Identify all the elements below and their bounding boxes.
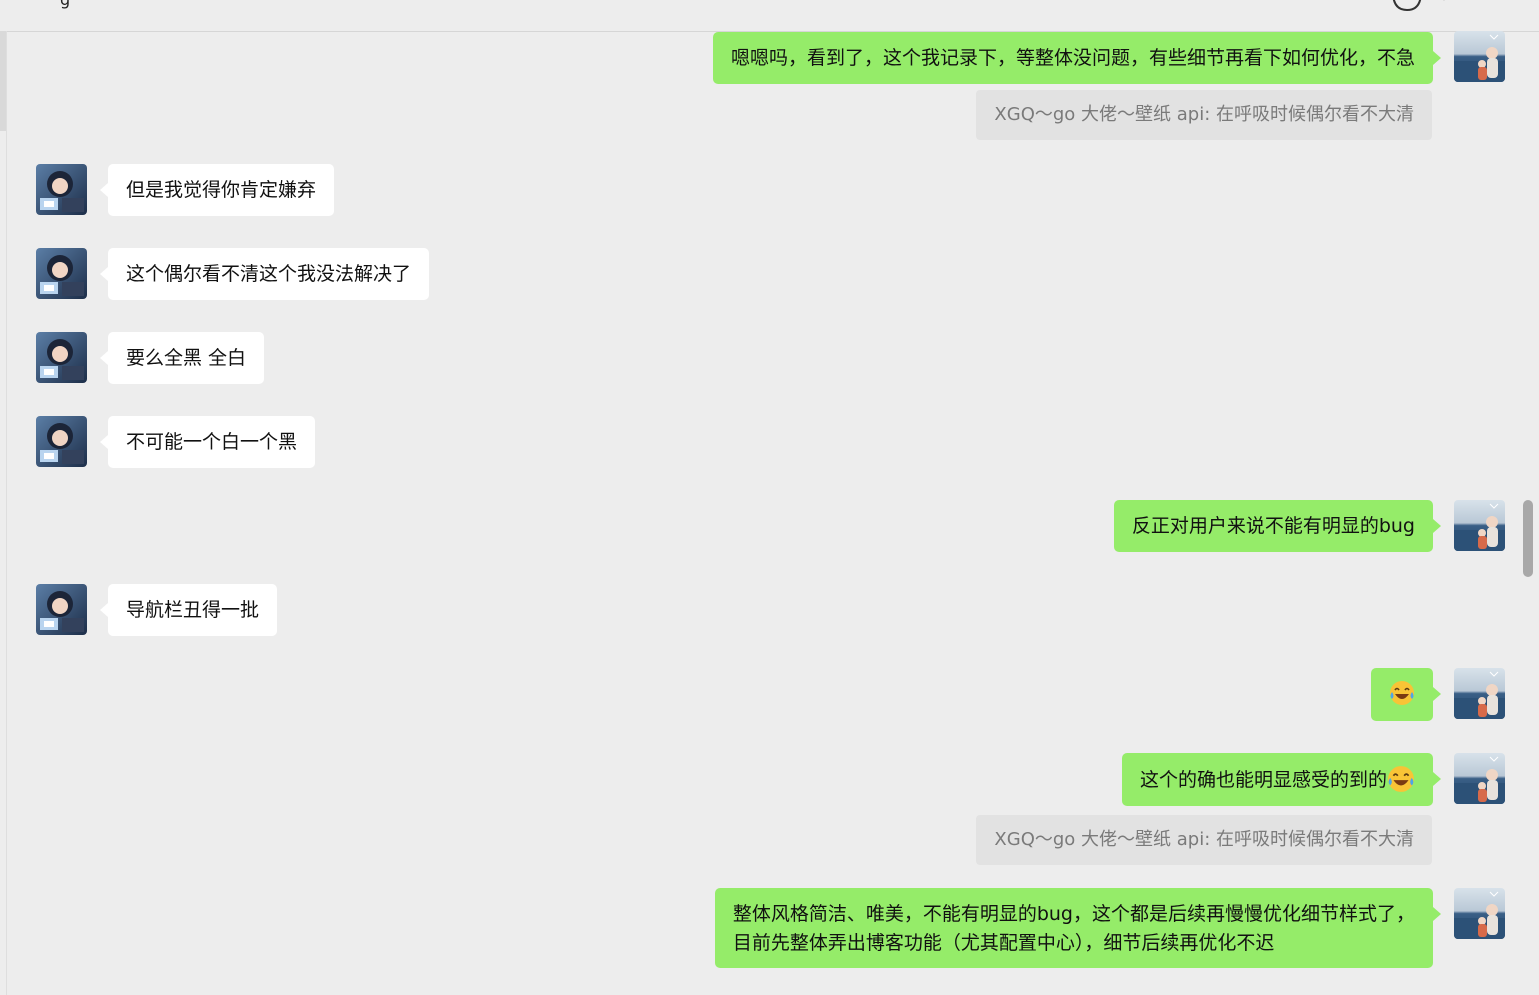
contact-avatar[interactable] [36, 248, 87, 299]
my-avatar[interactable] [1454, 753, 1505, 804]
message-bubble-outgoing[interactable]: 嗯嗯吗，看到了，这个我记录下，等整体没问题，有些细节再看下如何优化，不急 [712, 32, 1442, 84]
contact-avatar[interactable] [36, 332, 87, 383]
more-icon[interactable] [1474, 0, 1506, 10]
message-bubble-incoming[interactable]: 不可能一个白一个黑 [99, 416, 316, 468]
laughing-crying-emoji [1390, 681, 1414, 705]
contact-avatar[interactable] [36, 584, 87, 635]
message-bubble-incoming[interactable]: 导航栏丑得一批 [99, 584, 278, 636]
message-line: 整体风格简洁、唯美，不能有明显的bug，这个都是后续再慢慢优化细节样式了， [732, 903, 1415, 925]
contact-avatar[interactable] [36, 416, 87, 467]
my-avatar[interactable] [1454, 668, 1505, 719]
message-line: 目前先整体弄出博客功能（尤其配置中心），细节后续再优化不迟 [732, 932, 1275, 954]
message-bubble-incoming[interactable]: 但是我觉得你肯定嫌弃 [99, 164, 335, 216]
laughing-crying-emoji [1388, 766, 1414, 792]
my-avatar[interactable] [1454, 500, 1505, 551]
my-avatar[interactable] [1454, 31, 1505, 82]
chat-title: g [60, 0, 70, 9]
message-bubble-outgoing[interactable] [1371, 668, 1441, 721]
message-text: 这个的确也能明显感受的到的 [1139, 769, 1387, 791]
quoted-message[interactable]: XGQ～go 大佬～壁纸 api: 在呼吸时候偶尔看不大清 [976, 815, 1432, 865]
chat-header: g [0, 0, 1539, 32]
contact-avatar[interactable] [36, 164, 87, 215]
quoted-message[interactable]: XGQ～go 大佬～壁纸 api: 在呼吸时候偶尔看不大清 [976, 90, 1432, 140]
my-avatar[interactable] [1454, 888, 1505, 939]
divider [6, 31, 7, 995]
message-bubble-incoming[interactable]: 这个偶尔看不清这个我没法解决了 [99, 248, 430, 300]
message-bubble-outgoing[interactable]: 整体风格简洁、唯美，不能有明显的bug，这个都是后续再慢慢优化细节样式了， 目前… [714, 888, 1442, 968]
scrollbar-thumb[interactable] [1523, 500, 1533, 577]
message-bubble-outgoing[interactable]: 这个的确也能明显感受的到的 [1121, 753, 1442, 806]
chevron-down-icon[interactable] [1437, 0, 1451, 10]
message-bubble-incoming[interactable]: 要么全黑 全白 [99, 332, 265, 384]
message-bubble-outgoing[interactable]: 反正对用户来说不能有明显的bug [1113, 500, 1442, 552]
chat-bubble-icon[interactable] [1390, 0, 1424, 18]
chat-window: g 嗯嗯吗，看到了，这个我记录下，等整体没问题，有些细节 [0, 0, 1539, 995]
